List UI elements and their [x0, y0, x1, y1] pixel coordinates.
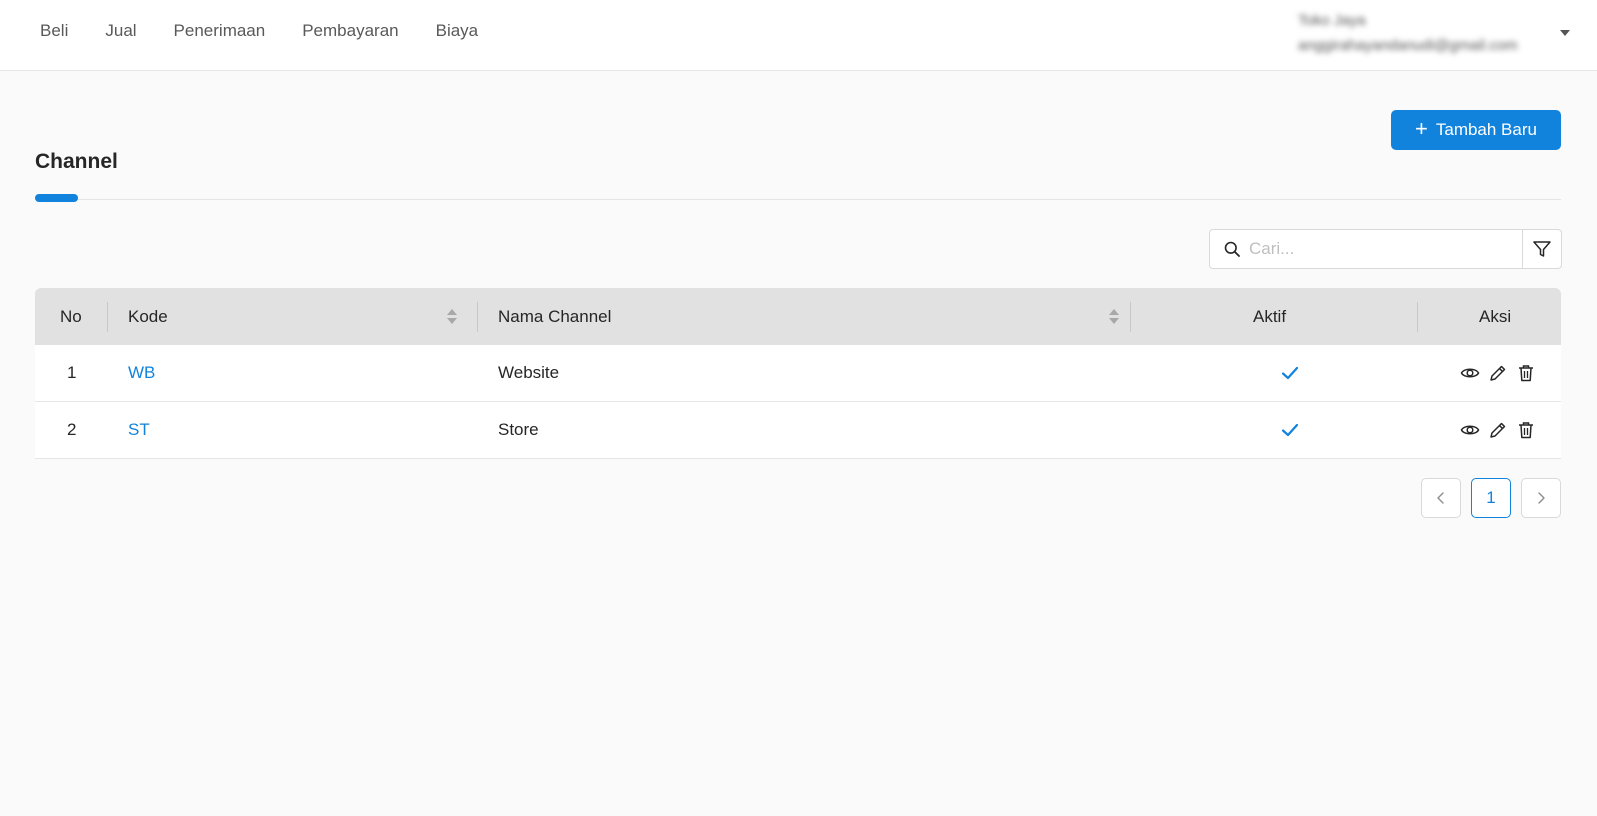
channel-name: Store — [498, 420, 539, 439]
column-header-no: No — [60, 306, 82, 326]
check-icon — [1281, 423, 1299, 437]
pagination-page-1[interactable]: 1 — [1471, 478, 1511, 518]
channel-table: No Kode Nama Channel Aktif Aksi 1 WB Web… — [35, 288, 1561, 459]
nav-item-pembayaran[interactable]: Pembayaran — [302, 21, 398, 41]
search-input[interactable] — [1249, 239, 1509, 259]
view-button[interactable] — [1460, 420, 1480, 440]
caret-down-icon — [1560, 30, 1570, 36]
row-number: 2 — [67, 420, 77, 439]
table-header: No Kode Nama Channel Aktif Aksi — [35, 288, 1561, 345]
pencil-icon — [1490, 422, 1506, 438]
search-icon — [1224, 241, 1240, 257]
row-actions — [1460, 363, 1536, 383]
chevron-left-icon — [1437, 492, 1444, 504]
row-actions — [1460, 420, 1536, 440]
filter-button[interactable] — [1522, 229, 1562, 269]
main-nav: Beli Jual Penerimaan Pembayaran Biaya — [40, 21, 515, 41]
channel-code-link[interactable]: ST — [128, 402, 150, 458]
nav-item-penerimaan[interactable]: Penerimaan — [174, 21, 266, 41]
column-header-aksi: Aksi — [1479, 306, 1512, 326]
column-header-nama-channel[interactable]: Nama Channel — [498, 288, 611, 345]
column-divider — [1130, 302, 1131, 332]
page-title: Channel — [35, 150, 118, 173]
channel-name: Website — [498, 363, 560, 382]
title-accent-bar — [35, 194, 78, 202]
user-email: anggirahayandanudi@gmail.com — [1298, 37, 1518, 54]
trash-icon — [1519, 365, 1533, 382]
search-box — [1209, 229, 1523, 269]
eye-icon — [1460, 368, 1480, 378]
pagination-next-button[interactable] — [1521, 478, 1561, 518]
nav-item-jual[interactable]: Jual — [105, 21, 136, 41]
pencil-icon — [1490, 365, 1506, 381]
top-navbar: Beli Jual Penerimaan Pembayaran Biaya To… — [0, 0, 1597, 71]
delete-button[interactable] — [1516, 363, 1536, 383]
add-new-label: Tambah Baru — [1435, 120, 1537, 139]
sort-icon[interactable] — [447, 309, 457, 324]
eye-icon — [1460, 425, 1480, 435]
view-button[interactable] — [1460, 363, 1480, 383]
filter-icon — [1533, 241, 1551, 257]
column-header-aktif: Aktif — [1253, 306, 1287, 326]
user-name: Toko Jaya — [1298, 12, 1366, 29]
pagination-prev-button[interactable] — [1421, 478, 1461, 518]
column-divider — [107, 302, 108, 332]
title-divider — [35, 199, 1561, 200]
user-menu[interactable]: Toko Jaya anggirahayandanudi@gmail.com — [1298, 10, 1578, 60]
column-divider — [1417, 302, 1418, 332]
plus-icon: + — [1415, 116, 1428, 141]
table-row: 1 WB Website — [35, 345, 1561, 402]
nav-item-biaya[interactable]: Biaya — [436, 21, 479, 41]
delete-button[interactable] — [1516, 420, 1536, 440]
table-row: 2 ST Store — [35, 402, 1561, 459]
trash-icon — [1519, 422, 1533, 439]
check-icon — [1281, 366, 1299, 380]
column-divider — [477, 302, 478, 332]
edit-button[interactable] — [1488, 363, 1508, 383]
sort-icon[interactable] — [1109, 309, 1119, 324]
add-new-button[interactable]: + Tambah Baru — [1391, 110, 1561, 150]
chevron-right-icon — [1538, 492, 1545, 504]
nav-item-beli[interactable]: Beli — [40, 21, 68, 41]
row-number: 1 — [67, 363, 77, 382]
channel-code-link[interactable]: WB — [128, 345, 155, 401]
column-header-kode[interactable]: Kode — [128, 288, 168, 345]
edit-button[interactable] — [1488, 420, 1508, 440]
